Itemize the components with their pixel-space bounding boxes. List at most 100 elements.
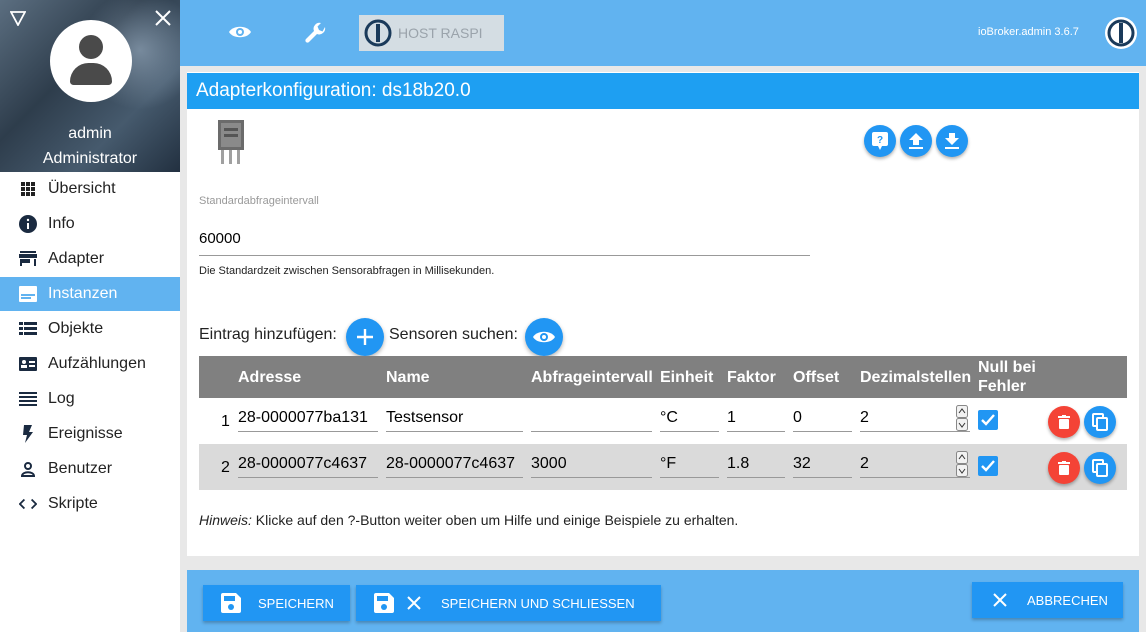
iobroker-logo-icon <box>364 19 392 47</box>
eye-icon <box>533 331 555 343</box>
offset-input[interactable] <box>793 450 852 478</box>
sidebar-item-info[interactable]: Info <box>0 207 180 241</box>
sidebar-item-label: Aufzählungen <box>48 355 146 372</box>
close-icon[interactable] <box>154 9 172 27</box>
sidebar-item-label: Ereignisse <box>48 425 123 442</box>
interval-cell-input[interactable] <box>531 404 652 432</box>
menu-toggle-icon[interactable] <box>10 10 26 26</box>
eye-icon[interactable] <box>228 24 252 40</box>
download-button[interactable] <box>936 125 968 157</box>
decimals-stepper[interactable] <box>956 405 968 431</box>
header-null-line1: Null bei <box>978 359 1036 376</box>
user-name: admin <box>68 125 112 142</box>
decimals-input[interactable] <box>860 450 970 478</box>
cancel-label: ABBRECHEN <box>1027 592 1108 608</box>
sidebar-item-log[interactable]: Log <box>0 382 180 416</box>
code-icon <box>19 495 37 513</box>
version-label: ioBroker.admin 3.6.7 <box>978 26 1079 38</box>
list-icon <box>19 320 37 338</box>
header-name: Name <box>386 369 430 386</box>
sidebar-item-benutzer[interactable]: Benutzer <box>0 452 180 486</box>
interval-cell-input[interactable] <box>531 450 652 478</box>
header-null-on-error: Null bei Fehler <box>978 358 1036 396</box>
sidebar-item-label: Info <box>48 215 75 232</box>
cancel-button[interactable]: ABBRECHEN <box>972 582 1123 618</box>
sidebar-item-label: Übersicht <box>48 180 116 197</box>
header-factor: Faktor <box>727 369 776 386</box>
save-close-label: SPEICHERN UND SCHLIESSEN <box>441 595 635 611</box>
table-row: 1 <box>199 398 1127 444</box>
sidebar-item-label: Benutzer <box>48 460 113 477</box>
trash-icon <box>1058 461 1070 475</box>
sidebar-item-label: Adapter <box>48 250 105 267</box>
page-title: Adapterkonfiguration: ds18b20.0 <box>187 73 1139 109</box>
log-icon <box>19 390 37 408</box>
address-input[interactable] <box>238 404 378 432</box>
name-input[interactable] <box>386 450 523 478</box>
close-icon <box>407 596 421 610</box>
factor-input[interactable] <box>727 450 785 478</box>
save-label: SPEICHERN <box>258 595 334 611</box>
upload-button[interactable] <box>900 125 932 157</box>
header-interval: Abfrageintervall <box>531 369 653 386</box>
trash-icon <box>1058 415 1070 429</box>
user-profile-header: admin Administrator <box>0 0 180 172</box>
sidebar-item-uebersicht[interactable]: Übersicht <box>0 172 180 206</box>
sidebar-item-aufzaehlungen[interactable]: Aufzählungen <box>0 347 180 381</box>
svg-text:?: ? <box>877 135 883 146</box>
copy-icon <box>1092 459 1108 477</box>
search-sensors-label: Sensoren suchen: <box>389 326 518 343</box>
add-entry-label: Eintrag hinzufügen: <box>199 326 337 343</box>
copy-row-button[interactable] <box>1084 452 1116 484</box>
unit-input[interactable] <box>660 404 719 432</box>
sidebar-item-instanzen[interactable]: Instanzen <box>0 277 180 311</box>
sidebar-item-adapter[interactable]: Adapter <box>0 242 180 276</box>
ds18b20-sensor-icon <box>218 120 244 164</box>
store-icon <box>19 250 37 268</box>
null-on-error-checkbox[interactable] <box>978 456 998 476</box>
add-entry-button[interactable] <box>346 318 384 356</box>
close-icon <box>993 593 1007 607</box>
delete-row-button[interactable] <box>1048 406 1080 438</box>
decimals-input[interactable] <box>860 404 970 432</box>
factor-input[interactable] <box>727 404 785 432</box>
name-input[interactable] <box>386 404 523 432</box>
decimals-stepper[interactable] <box>956 451 968 477</box>
sidebar-item-skripte[interactable]: Skripte <box>0 487 180 521</box>
table-header: Adresse Name Abfrageintervall Einheit Fa… <box>199 356 1127 398</box>
copy-row-button[interactable] <box>1084 406 1116 438</box>
header-null-line2: Fehler <box>978 378 1027 395</box>
null-on-error-checkbox[interactable] <box>978 410 998 430</box>
sidebar-item-objekte[interactable]: Objekte <box>0 312 180 346</box>
upload-icon <box>909 133 923 149</box>
wrench-icon[interactable] <box>304 21 328 45</box>
save-icon <box>374 593 394 613</box>
sidebar-item-ereignisse[interactable]: Ereignisse <box>0 417 180 451</box>
bolt-icon <box>19 425 37 443</box>
check-icon <box>981 460 995 472</box>
host-button[interactable]: HOST RASPI <box>359 15 504 51</box>
delete-row-button[interactable] <box>1048 452 1080 484</box>
header-offset: Offset <box>793 369 840 386</box>
address-input[interactable] <box>238 450 378 478</box>
avatar <box>50 20 132 102</box>
sidebar-item-label: Objekte <box>48 320 104 337</box>
plus-icon <box>357 329 373 345</box>
hint-prefix: Hinweis: <box>199 512 252 528</box>
copy-icon <box>1092 413 1108 431</box>
save-icon <box>221 593 241 613</box>
help-icon: ? <box>872 132 888 150</box>
offset-input[interactable] <box>793 404 852 432</box>
interval-input[interactable] <box>199 222 810 256</box>
save-close-button[interactable]: SPEICHERN UND SCHLIESSEN <box>356 585 661 621</box>
download-icon <box>945 133 959 149</box>
unit-input[interactable] <box>660 450 719 478</box>
help-button[interactable]: ? <box>864 125 896 157</box>
save-button[interactable]: SPEICHERN <box>203 585 350 621</box>
search-sensors-button[interactable] <box>525 318 563 356</box>
header-decimals: Dezimalstellen <box>860 369 972 386</box>
hint-text: Hinweis: Klicke auf den ?-Button weiter … <box>199 512 738 528</box>
enum-icon <box>19 355 37 373</box>
host-label: HOST RASPI <box>398 25 483 41</box>
header-address: Adresse <box>238 369 302 386</box>
